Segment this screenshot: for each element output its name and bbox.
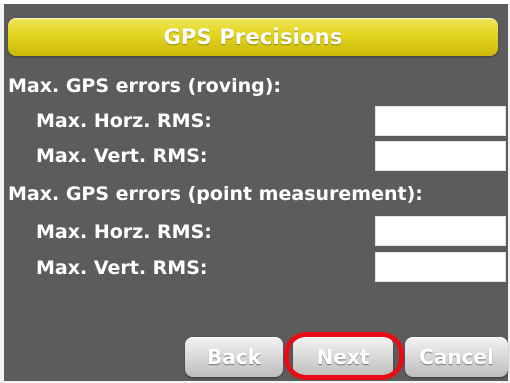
back-button[interactable]: Back xyxy=(185,337,283,377)
cancel-button[interactable]: Cancel xyxy=(405,337,508,377)
dialog-title: GPS Precisions xyxy=(163,25,343,49)
next-button[interactable]: Next xyxy=(293,337,393,377)
roving-vert-rms-label: Max. Vert. RMS: xyxy=(36,145,208,167)
roving-vert-rms-input[interactable] xyxy=(375,141,506,171)
device-screen: GPS Precisions Max. GPS errors (roving):… xyxy=(0,0,510,383)
title-bar: GPS Precisions xyxy=(8,18,498,56)
point-vert-rms-input[interactable] xyxy=(375,252,506,282)
point-vert-rms-label: Max. Vert. RMS: xyxy=(36,257,208,279)
point-measurement-section-label: Max. GPS errors (point measurement): xyxy=(8,183,423,205)
roving-horz-rms-input[interactable] xyxy=(375,106,506,136)
point-horz-rms-input[interactable] xyxy=(375,216,506,246)
roving-horz-rms-label: Max. Horz. RMS: xyxy=(36,110,212,132)
point-horz-rms-label: Max. Horz. RMS: xyxy=(36,221,212,243)
roving-section-label: Max. GPS errors (roving): xyxy=(8,75,282,97)
